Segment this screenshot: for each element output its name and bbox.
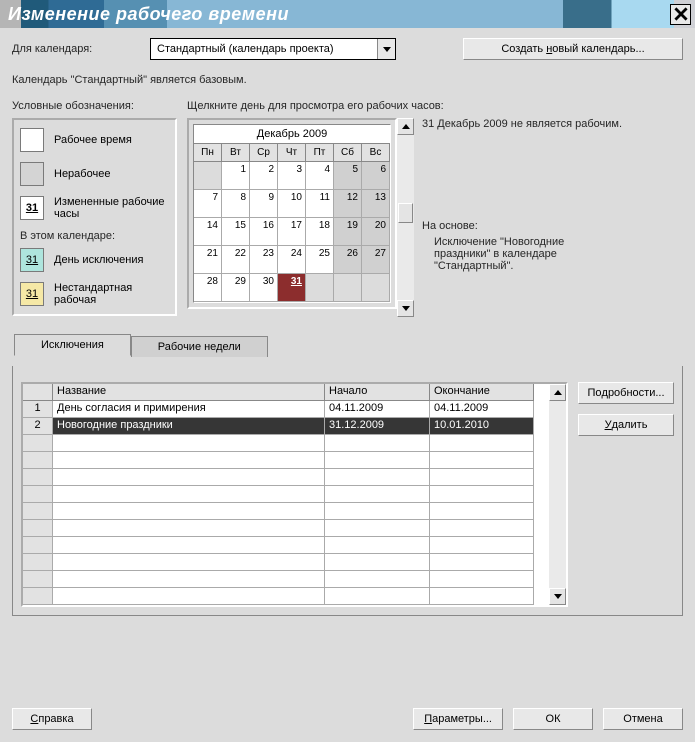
- dropdown-icon: [377, 39, 395, 59]
- calendar-cell[interactable]: 27: [362, 246, 390, 274]
- calendar-day-header: Сб: [334, 144, 362, 162]
- create-calendar-button[interactable]: Создать новый календарь...: [463, 38, 683, 60]
- calendar-cell[interactable]: 28: [194, 274, 222, 302]
- based-on-text: Исключение "Новогодние праздники" в кале…: [422, 232, 622, 272]
- calendar-day-header: Пн: [194, 144, 222, 162]
- calendar-cell[interactable]: 13: [362, 190, 390, 218]
- legend-label-working: Рабочее время: [54, 134, 132, 146]
- details-button[interactable]: Подробности...: [578, 382, 674, 404]
- calendar-day-header: Вс: [362, 144, 390, 162]
- grid-header: НазваниеНачалоОкончание: [23, 384, 549, 401]
- close-button[interactable]: [670, 4, 691, 25]
- close-icon: [674, 7, 688, 21]
- calendar-cell[interactable]: 21: [194, 246, 222, 274]
- scroll-down-icon[interactable]: [397, 300, 414, 317]
- grid-scroll-up-icon[interactable]: [549, 384, 566, 401]
- calendar-day-header: Вт: [222, 144, 250, 162]
- selected-day-info: 31 Декабрь 2009 не является рабочим.: [422, 118, 683, 130]
- calendar-cell: [362, 274, 390, 302]
- calendar-select[interactable]: Стандартный (календарь проекта): [150, 38, 396, 60]
- legend-label-nonstandard: Нестандартная рабочая: [54, 282, 169, 306]
- table-row[interactable]: [23, 571, 549, 588]
- calendar-cell[interactable]: 26: [334, 246, 362, 274]
- calendar-cell[interactable]: 31: [278, 274, 306, 302]
- calendar-cell[interactable]: 18: [306, 218, 334, 246]
- legend-swatch-working: [20, 128, 44, 152]
- legend-label-nonworking: Нерабочее: [54, 168, 110, 180]
- calendar-cell[interactable]: 7: [194, 190, 222, 218]
- click-day-prompt: Щелкните день для просмотра его рабочих …: [187, 100, 683, 112]
- calendar-month: Декабрь 2009: [194, 125, 390, 144]
- titlebar: Изменение рабочего времени: [0, 0, 695, 28]
- calendar-cell[interactable]: 2: [250, 162, 278, 190]
- calendar-cell[interactable]: 4: [306, 162, 334, 190]
- calendar-select-value: Стандартный (календарь проекта): [157, 43, 334, 55]
- based-on-label: На основе:: [422, 220, 683, 232]
- calendar-cell: [306, 274, 334, 302]
- base-calendar-text: Календарь "Стандартный" является базовым…: [12, 74, 683, 86]
- calendar-cell[interactable]: 23: [250, 246, 278, 274]
- calendar-cell[interactable]: 15: [222, 218, 250, 246]
- table-row[interactable]: 1День согласия и примирения04.11.200904.…: [23, 401, 549, 418]
- table-row[interactable]: [23, 469, 549, 486]
- table-row[interactable]: [23, 435, 549, 452]
- calendar-cell[interactable]: 19: [334, 218, 362, 246]
- legend-swatch-nonstandard: 31: [20, 282, 44, 306]
- calendar-day-header: Чт: [278, 144, 306, 162]
- calendar-cell[interactable]: 14: [194, 218, 222, 246]
- calendar-cell[interactable]: 10: [278, 190, 306, 218]
- table-row[interactable]: [23, 452, 549, 469]
- legend-swatch-modified: 31: [20, 196, 44, 220]
- for-calendar-label: Для календаря:: [12, 43, 142, 55]
- tab-workweeks[interactable]: Рабочие недели: [131, 336, 268, 357]
- calendar-cell: [194, 162, 222, 190]
- calendar-cell[interactable]: 8: [222, 190, 250, 218]
- calendar-cell[interactable]: 24: [278, 246, 306, 274]
- exceptions-grid[interactable]: НазваниеНачалоОкончание1День согласия и …: [21, 382, 568, 607]
- delete-button[interactable]: Удалить: [578, 414, 674, 436]
- legend-box: Рабочее время Нерабочее 31 Измененные ра…: [12, 118, 177, 316]
- table-row[interactable]: [23, 520, 549, 537]
- calendar-cell[interactable]: 12: [334, 190, 362, 218]
- table-row[interactable]: [23, 503, 549, 520]
- calendar-cell[interactable]: 22: [222, 246, 250, 274]
- calendar-cell: [334, 274, 362, 302]
- legend-label-exception: День исключения: [54, 254, 143, 266]
- calendar-cell[interactable]: 1: [222, 162, 250, 190]
- table-row[interactable]: [23, 486, 549, 503]
- calendar-cell[interactable]: 16: [250, 218, 278, 246]
- table-row[interactable]: [23, 537, 549, 554]
- help-button[interactable]: Справка: [12, 708, 92, 730]
- calendar-cell[interactable]: 25: [306, 246, 334, 274]
- calendar[interactable]: Декабрь 2009 ПнВтСрЧтПтСбВс1234567891011…: [193, 124, 391, 303]
- calendar-cell[interactable]: 30: [250, 274, 278, 302]
- table-row[interactable]: 2Новогодние праздники31.12.200910.01.201…: [23, 418, 549, 435]
- legend-swatch-exception: 31: [20, 248, 44, 272]
- calendar-cell[interactable]: 17: [278, 218, 306, 246]
- cancel-button[interactable]: Отмена: [603, 708, 683, 730]
- table-row[interactable]: [23, 588, 549, 605]
- grid-scroll-down-icon[interactable]: [549, 588, 566, 605]
- calendar-cell[interactable]: 9: [250, 190, 278, 218]
- options-button[interactable]: Параметры...: [413, 708, 503, 730]
- calendar-cell[interactable]: 29: [222, 274, 250, 302]
- legend-swatch-nonworking: [20, 162, 44, 186]
- calendar-day-header: Ср: [250, 144, 278, 162]
- legend-subtitle: В этом календаре:: [20, 230, 169, 242]
- calendar-day-header: Пт: [306, 144, 334, 162]
- ok-button[interactable]: ОК: [513, 708, 593, 730]
- calendar-cell[interactable]: 5: [334, 162, 362, 190]
- legend-title: Условные обозначения:: [12, 100, 177, 112]
- legend-label-modified: Измененные рабочие часы: [54, 196, 169, 220]
- calendar-cell[interactable]: 11: [306, 190, 334, 218]
- calendar-cell[interactable]: 6: [362, 162, 390, 190]
- calendar-scrollbar[interactable]: [397, 118, 414, 317]
- window-title: Изменение рабочего времени: [8, 4, 289, 25]
- tab-exceptions[interactable]: Исключения: [14, 334, 131, 356]
- scroll-up-icon[interactable]: [397, 118, 414, 135]
- calendar-cell[interactable]: 3: [278, 162, 306, 190]
- table-row[interactable]: [23, 554, 549, 571]
- calendar-cell[interactable]: 20: [362, 218, 390, 246]
